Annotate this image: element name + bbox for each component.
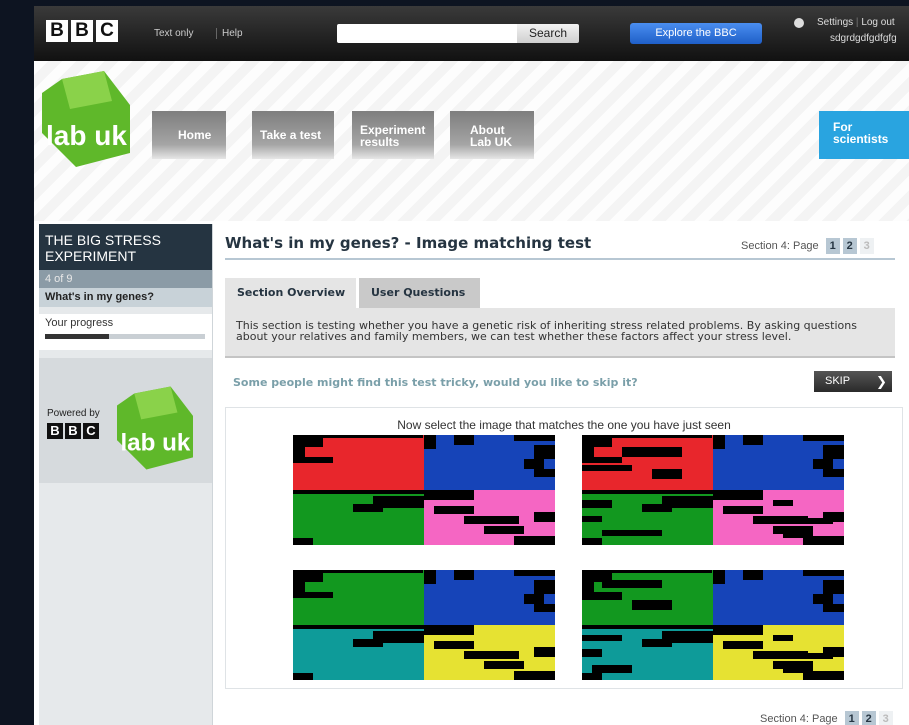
page-1-button-bottom[interactable]: 1 [844, 711, 859, 725]
nav-experiment-results[interactable]: Experiment results [352, 111, 434, 159]
bbc-logo-c: C [96, 20, 118, 42]
image-instruction: Now select the image that matches the on… [397, 418, 731, 432]
user-icon [794, 18, 804, 28]
bbc-logo-b1: B [46, 20, 68, 42]
progress-label: Your progress [45, 317, 114, 329]
log-out-link[interactable]: Log out [861, 17, 894, 28]
step-count: 4 of 9 [39, 270, 212, 288]
nav-take-a-test-label: Take a test [260, 128, 322, 142]
skip-button-label: SKIP [825, 375, 851, 387]
page: B B C Text only Help Search Explore the … [34, 6, 909, 725]
option-4-image [582, 570, 844, 680]
bbc-logo[interactable]: B B C [46, 20, 118, 42]
page-3-button: 3 [859, 238, 874, 254]
page-2-button-bottom[interactable]: 2 [861, 711, 876, 725]
page-3-button-bottom: 3 [878, 711, 893, 725]
nav-home[interactable]: Home [152, 111, 226, 159]
image-option-2[interactable] [582, 435, 844, 545]
nav-about-lab-uk-label: About Lab UK [470, 123, 512, 149]
pager-label: Section 4: Page [741, 240, 819, 252]
bbc-small-logo: BBC [47, 423, 99, 439]
progress-bar-fill [45, 334, 109, 339]
step-count-text: 4 of 9 [45, 273, 73, 285]
svg-text:lab uk: lab uk [120, 429, 190, 456]
progress-box: Your progress [39, 314, 212, 350]
title-divider [225, 258, 895, 260]
explore-the-bbc-button[interactable]: Explore the BBC [630, 23, 762, 44]
section-pager: Section 4: Page 1 2 3 [741, 238, 874, 254]
search-button[interactable]: Search [517, 24, 579, 43]
for-scientists-button[interactable]: For scientists [819, 111, 909, 159]
current-section-text: What's in my genes? [45, 291, 154, 303]
lab-uk-logo-text: lab uk [46, 120, 127, 151]
powered-by-label: Powered by [47, 408, 100, 419]
search-input[interactable] [337, 24, 517, 43]
page-1-button[interactable]: 1 [825, 238, 840, 254]
account-links: Settings | Log out [817, 17, 895, 28]
current-section[interactable]: What's in my genes? [39, 288, 212, 307]
bbc-top-bar: B B C Text only Help Search Explore the … [34, 6, 909, 61]
image-option-1[interactable] [293, 435, 555, 545]
section-overview-text: This section is testing whether you have… [236, 319, 857, 343]
progress-bar [45, 334, 205, 339]
image-matching-panel: Now select the image that matches the on… [225, 407, 903, 689]
chevron-right-icon: ❯ [876, 374, 887, 389]
page-title: What's in my genes? - Image matching tes… [225, 234, 592, 252]
option-1-image [293, 435, 555, 545]
section-overview-panel: This section is testing whether you have… [225, 308, 895, 358]
nav-take-a-test[interactable]: Take a test [252, 111, 334, 159]
lab-uk-logo[interactable]: lab uk [42, 71, 130, 167]
pager-label-bottom: Section 4: Page [760, 713, 838, 725]
for-scientists-label: For scientists [833, 120, 889, 146]
tab-section-overview-label: Section Overview [237, 286, 346, 299]
lab-uk-small-logo: lab uk [117, 386, 193, 470]
bbc-logo-b2: B [71, 20, 93, 42]
option-3-image [293, 570, 555, 680]
image-option-3[interactable] [293, 570, 555, 680]
experiment-title-text: THE BIG STRESS EXPERIMENT [45, 232, 161, 264]
tab-section-overview[interactable]: Section Overview [225, 278, 356, 308]
username: sdgrdgdfgdfgfg [830, 33, 897, 44]
tab-user-questions[interactable]: User Questions [359, 278, 480, 308]
section-pager-bottom: Section 4: Page 1 2 3 [760, 711, 893, 725]
page-2-button[interactable]: 2 [842, 238, 857, 254]
skip-question: Some people might find this test tricky,… [233, 376, 638, 389]
powered-by-panel: Powered by BBC lab uk [39, 358, 212, 483]
tab-user-questions-label: User Questions [371, 286, 466, 299]
sidebar: THE BIG STRESS EXPERIMENT 4 of 9 What's … [39, 224, 212, 725]
nav-experiment-results-label: Experiment results [360, 123, 426, 149]
nav-home-label: Home [178, 128, 212, 142]
text-only-link[interactable]: Text only [154, 28, 193, 39]
experiment-title: THE BIG STRESS EXPERIMENT [39, 224, 212, 270]
sidebar-divider [212, 224, 213, 725]
settings-link[interactable]: Settings [817, 17, 853, 28]
help-link[interactable]: Help [216, 28, 243, 39]
image-option-4[interactable] [582, 570, 844, 680]
option-2-image [582, 435, 844, 545]
nav-about-lab-uk[interactable]: About Lab UK [450, 111, 534, 159]
skip-button[interactable]: SKIP ❯ [814, 371, 892, 392]
